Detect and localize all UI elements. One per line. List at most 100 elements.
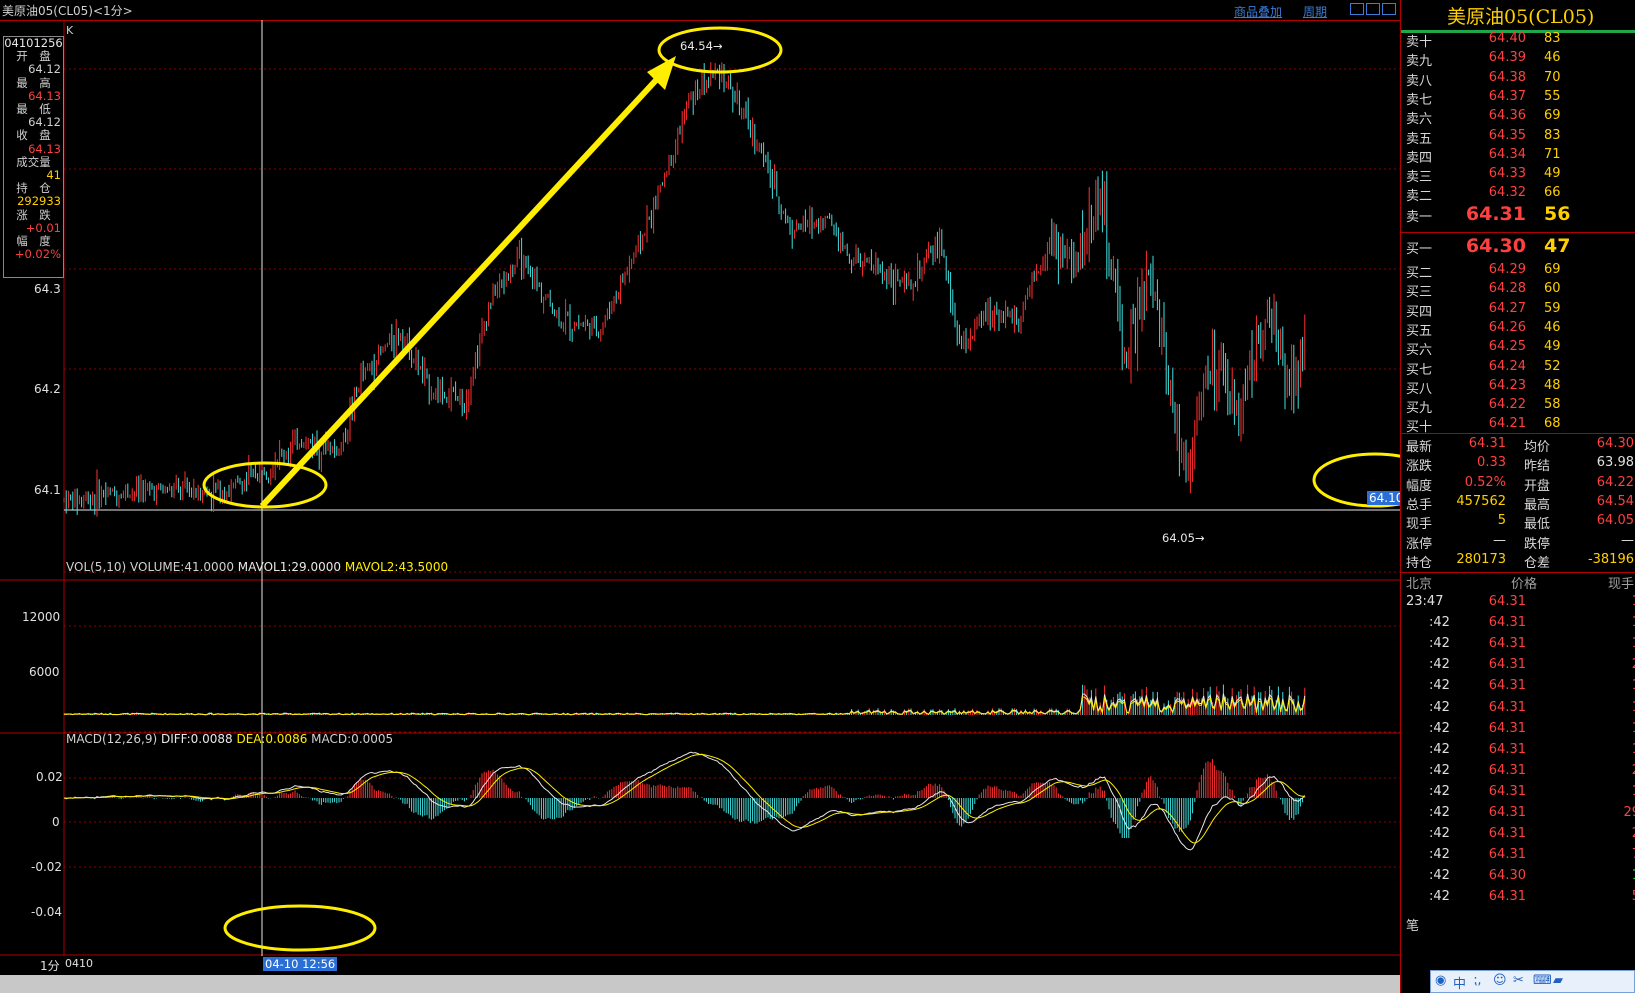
ime-lang-toggle[interactable]: 中 bbox=[1453, 973, 1466, 992]
kline-svg[interactable] bbox=[0, 20, 1400, 956]
stats-row[interactable]: 持仓 280173 仓差 -38196 bbox=[1401, 552, 1635, 572]
bid-qty: 68 bbox=[1544, 416, 1561, 432]
bid-price: 64.23 bbox=[1488, 377, 1526, 393]
tick-header-price: 价格 bbox=[1511, 577, 1538, 592]
tick-header[interactable]: 北京 价格 现手 bbox=[1401, 573, 1635, 594]
stat-value: 0.52% bbox=[1464, 474, 1506, 490]
window-tile-icon[interactable] bbox=[1366, 3, 1380, 15]
ask-row[interactable]: 卖八 64.38 70 bbox=[1401, 70, 1635, 90]
ask-row[interactable]: 卖七 64.37 55 bbox=[1401, 89, 1635, 109]
tick-time: :42 bbox=[1429, 741, 1450, 757]
stats-divider bbox=[1401, 433, 1635, 434]
tick-row[interactable]: :4264.311 bbox=[1401, 700, 1635, 721]
horizontal-scrollbar[interactable] bbox=[0, 975, 1400, 993]
bid-qty: 48 bbox=[1544, 377, 1561, 393]
tick-time: :42 bbox=[1429, 783, 1450, 799]
tick-row[interactable]: :4264.311 bbox=[1401, 615, 1635, 636]
period-link[interactable]: 周期 bbox=[1303, 3, 1327, 20]
ask-level-label: 卖六 bbox=[1406, 112, 1433, 128]
stat-label: 仓差 bbox=[1524, 555, 1551, 571]
bid-row[interactable]: 买三 64.28 60 bbox=[1401, 281, 1635, 301]
bid-level-label: 买三 bbox=[1406, 285, 1433, 301]
window-restore-icon[interactable] bbox=[1350, 3, 1364, 15]
ask-qty: 46 bbox=[1544, 50, 1561, 66]
ime-toolbar[interactable]: ◉ 中 ⁏, ☺ ✂ ⌨ ▰ bbox=[1430, 970, 1635, 993]
stats-row[interactable]: 现手 5 最低 64.05 bbox=[1401, 513, 1635, 533]
stats-row[interactable]: 涨跌 0.33 昨结 63.98 bbox=[1401, 455, 1635, 475]
macd-header: MACD(12,26,9) DIFF:0.0088 DEA:0.0086 MAC… bbox=[66, 732, 393, 746]
tick-row[interactable]: :4264.301 bbox=[1401, 868, 1635, 889]
ask-row[interactable]: 卖五 64.35 83 bbox=[1401, 128, 1635, 148]
stat-value: 64.31 bbox=[1468, 436, 1506, 451]
tick-row[interactable]: 23:4764.311 bbox=[1401, 594, 1635, 615]
tick-row[interactable]: :4264.311 bbox=[1401, 678, 1635, 699]
window-maximize-icon[interactable] bbox=[1382, 3, 1396, 15]
volume-ma1-line bbox=[63, 693, 1306, 716]
ime-punct-toggle[interactable]: ⁏, bbox=[1473, 973, 1482, 988]
tick-row[interactable]: :4264.311 bbox=[1401, 721, 1635, 742]
ime-keyboard-icon[interactable]: ⌨ bbox=[1533, 973, 1552, 988]
info-open-value: 64.12 bbox=[28, 62, 61, 77]
ask-qty: 69 bbox=[1544, 108, 1561, 124]
tick-row[interactable]: :4264.317 bbox=[1401, 847, 1635, 868]
tick-header-qty: 现手 bbox=[1607, 577, 1634, 592]
stat-label: 现手 bbox=[1406, 517, 1433, 533]
stat-label: 最新 bbox=[1406, 440, 1433, 455]
stat-label: 幅度 bbox=[1406, 478, 1433, 494]
bid-level-label: 买二 bbox=[1406, 266, 1433, 281]
stats-row[interactable]: 涨停 — 跌停 — bbox=[1401, 533, 1635, 553]
bid-row[interactable]: 买五 64.26 46 bbox=[1401, 320, 1635, 340]
ask1-row[interactable]: 卖一 64.31 56 bbox=[1401, 203, 1635, 226]
ask-qty: 66 bbox=[1544, 185, 1561, 201]
macd-diff-line bbox=[63, 751, 1306, 851]
bid-row[interactable]: 买八 64.23 48 bbox=[1401, 378, 1635, 398]
ask-row[interactable]: 卖三 64.33 49 bbox=[1401, 166, 1635, 186]
bid-level-label: 买九 bbox=[1406, 401, 1433, 417]
stat-label: 涨停 bbox=[1406, 536, 1433, 552]
tick-row[interactable]: :4264.312 bbox=[1401, 657, 1635, 678]
tick-time: :42 bbox=[1429, 720, 1450, 736]
ask-level-label: 卖九 bbox=[1406, 54, 1433, 70]
ask-row[interactable]: 卖十 64.40 83 bbox=[1401, 31, 1635, 51]
tick-time: :42 bbox=[1429, 762, 1450, 778]
tick-row[interactable]: :4264.315 bbox=[1401, 889, 1635, 910]
bid-qty: 59 bbox=[1544, 300, 1561, 316]
macd-axis-label: 0.02 bbox=[36, 770, 63, 784]
tick-price: 64.31 bbox=[1488, 889, 1526, 905]
bid-row[interactable]: 买七 64.24 52 bbox=[1401, 359, 1635, 379]
overlay-link[interactable]: 商品叠加 bbox=[1234, 3, 1282, 20]
tick-row[interactable]: :4264.311 bbox=[1401, 636, 1635, 657]
stats-row[interactable]: 幅度 0.52% 开盘 64.22 bbox=[1401, 475, 1635, 495]
price-axis-label: 64.3 bbox=[34, 282, 61, 296]
ask-price: 64.40 bbox=[1488, 31, 1526, 46]
ask-row[interactable]: 卖六 64.36 69 bbox=[1401, 108, 1635, 128]
tick-row[interactable]: :4264.312 bbox=[1401, 763, 1635, 784]
ime-scissors-icon[interactable]: ✂ bbox=[1513, 973, 1524, 988]
stats-row[interactable]: 最新 64.31 均价 64.30 bbox=[1401, 436, 1635, 456]
bid1-row[interactable]: 买一 64.30 47 bbox=[1401, 235, 1635, 258]
bid-row[interactable]: 买九 64.22 58 bbox=[1401, 397, 1635, 417]
ime-emoji-icon[interactable]: ☺ bbox=[1493, 973, 1507, 988]
time-highlight-ellipse bbox=[223, 904, 377, 952]
ask-price: 64.32 bbox=[1488, 185, 1526, 201]
tick-price: 64.31 bbox=[1488, 636, 1526, 652]
tick-row[interactable]: :4264.311 bbox=[1401, 742, 1635, 763]
ask-row[interactable]: 卖九 64.39 46 bbox=[1401, 50, 1635, 70]
tick-row[interactable]: :4264.312 bbox=[1401, 826, 1635, 847]
bid-row[interactable]: 买六 64.25 49 bbox=[1401, 339, 1635, 359]
ask1-qty: 56 bbox=[1544, 203, 1571, 225]
kline-chart-area[interactable]: K 64.3 64.2 64.1 64.54→ 64.05→ 64.10 VOL… bbox=[0, 20, 1406, 956]
tick-price: 64.31 bbox=[1488, 826, 1526, 842]
tick-row[interactable]: :4264.311 bbox=[1401, 784, 1635, 805]
bid-row[interactable]: 买二 64.29 69 bbox=[1401, 262, 1635, 282]
info-openint-value: 292933 bbox=[17, 194, 61, 209]
tick-footer[interactable]: 笔 bbox=[1401, 915, 1635, 936]
ask-row[interactable]: 卖四 64.34 71 bbox=[1401, 147, 1635, 167]
bid-row[interactable]: 买四 64.27 59 bbox=[1401, 301, 1635, 321]
ime-skin-icon[interactable]: ▰ bbox=[1553, 973, 1563, 988]
tick-row[interactable]: :42 64.31 29 bbox=[1401, 805, 1635, 826]
ime-logo-icon[interactable]: ◉ bbox=[1435, 973, 1446, 988]
stats-row[interactable]: 总手 457562 最高 64.54 bbox=[1401, 494, 1635, 514]
volume-axis-label: 6000 bbox=[29, 665, 60, 679]
ask-level-label: 卖八 bbox=[1406, 73, 1433, 89]
